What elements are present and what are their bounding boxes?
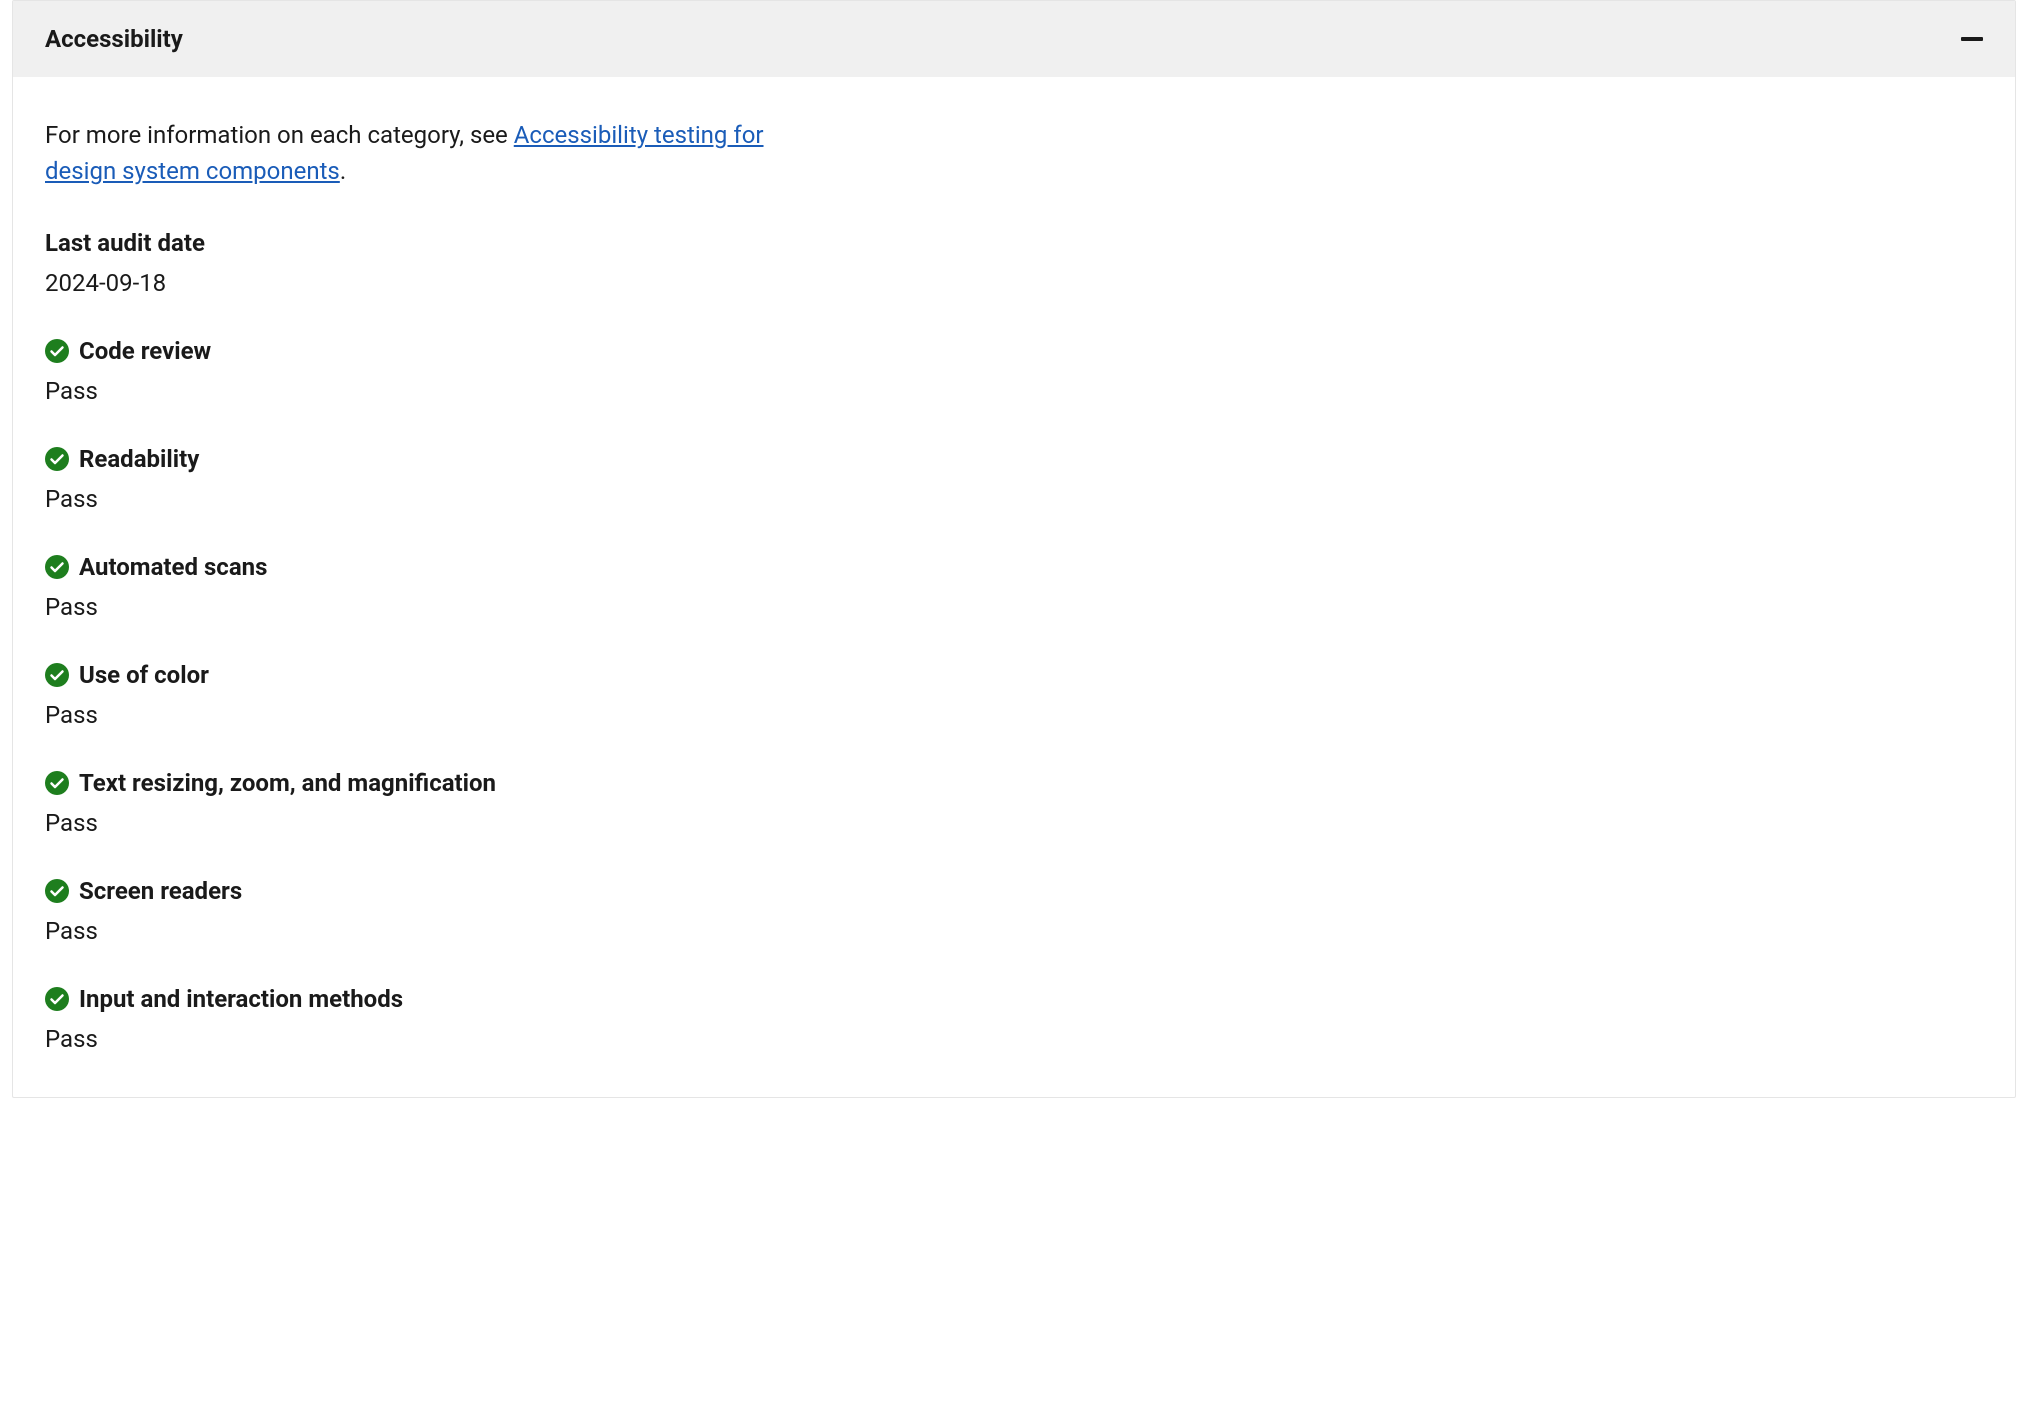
check-label: Screen readers (79, 873, 242, 909)
audit-date-section: Last audit date 2024-09-18 (45, 225, 1983, 301)
check-heading: Code review (45, 333, 1983, 369)
check-status: Pass (45, 913, 1983, 949)
intro-text: For more information on each category, s… (45, 117, 765, 189)
accessibility-panel: Accessibility For more information on ea… (12, 0, 2016, 1098)
check-status: Pass (45, 805, 1983, 841)
check-item: Input and interaction methods Pass (45, 981, 1983, 1057)
check-status: Pass (45, 481, 1983, 517)
check-heading: Automated scans (45, 549, 1983, 585)
check-item: Use of color Pass (45, 657, 1983, 733)
check-circle-icon (45, 879, 69, 903)
check-heading: Readability (45, 441, 1983, 477)
check-list: Code reviewPassReadabilityPassAutomated … (45, 333, 1983, 1057)
check-label: Automated scans (79, 549, 267, 585)
check-circle-icon (45, 771, 69, 795)
check-circle-icon (45, 987, 69, 1011)
check-heading: Screen readers (45, 873, 1983, 909)
check-item: Text resizing, zoom, and magnification Pa… (45, 765, 1983, 841)
audit-date-value: 2024-09-18 (45, 265, 1983, 301)
check-heading: Use of color (45, 657, 1983, 693)
check-item: Readability Pass (45, 441, 1983, 517)
check-label: Readability (79, 441, 199, 477)
panel-body: For more information on each category, s… (13, 77, 2015, 1097)
check-label: Code review (79, 333, 211, 369)
check-status: Pass (45, 589, 1983, 625)
check-heading: Input and interaction methods (45, 981, 1983, 1017)
check-item: Automated scans Pass (45, 549, 1983, 625)
check-item: Code review Pass (45, 333, 1983, 409)
check-circle-icon (45, 339, 69, 363)
check-status: Pass (45, 1021, 1983, 1057)
check-circle-icon (45, 555, 69, 579)
check-label: Text resizing, zoom, and magnification (79, 765, 496, 801)
audit-date-label: Last audit date (45, 225, 1983, 261)
check-label: Use of color (79, 657, 209, 693)
check-circle-icon (45, 447, 69, 471)
intro-suffix: . (340, 157, 346, 185)
minus-icon (1961, 37, 1983, 41)
check-status: Pass (45, 373, 1983, 409)
check-circle-icon (45, 663, 69, 687)
intro-prefix: For more information on each category, s… (45, 121, 514, 149)
panel-header[interactable]: Accessibility (13, 1, 2015, 77)
check-heading: Text resizing, zoom, and magnification (45, 765, 1983, 801)
panel-title: Accessibility (45, 21, 183, 57)
check-item: Screen readers Pass (45, 873, 1983, 949)
check-status: Pass (45, 697, 1983, 733)
check-label: Input and interaction methods (79, 981, 403, 1017)
